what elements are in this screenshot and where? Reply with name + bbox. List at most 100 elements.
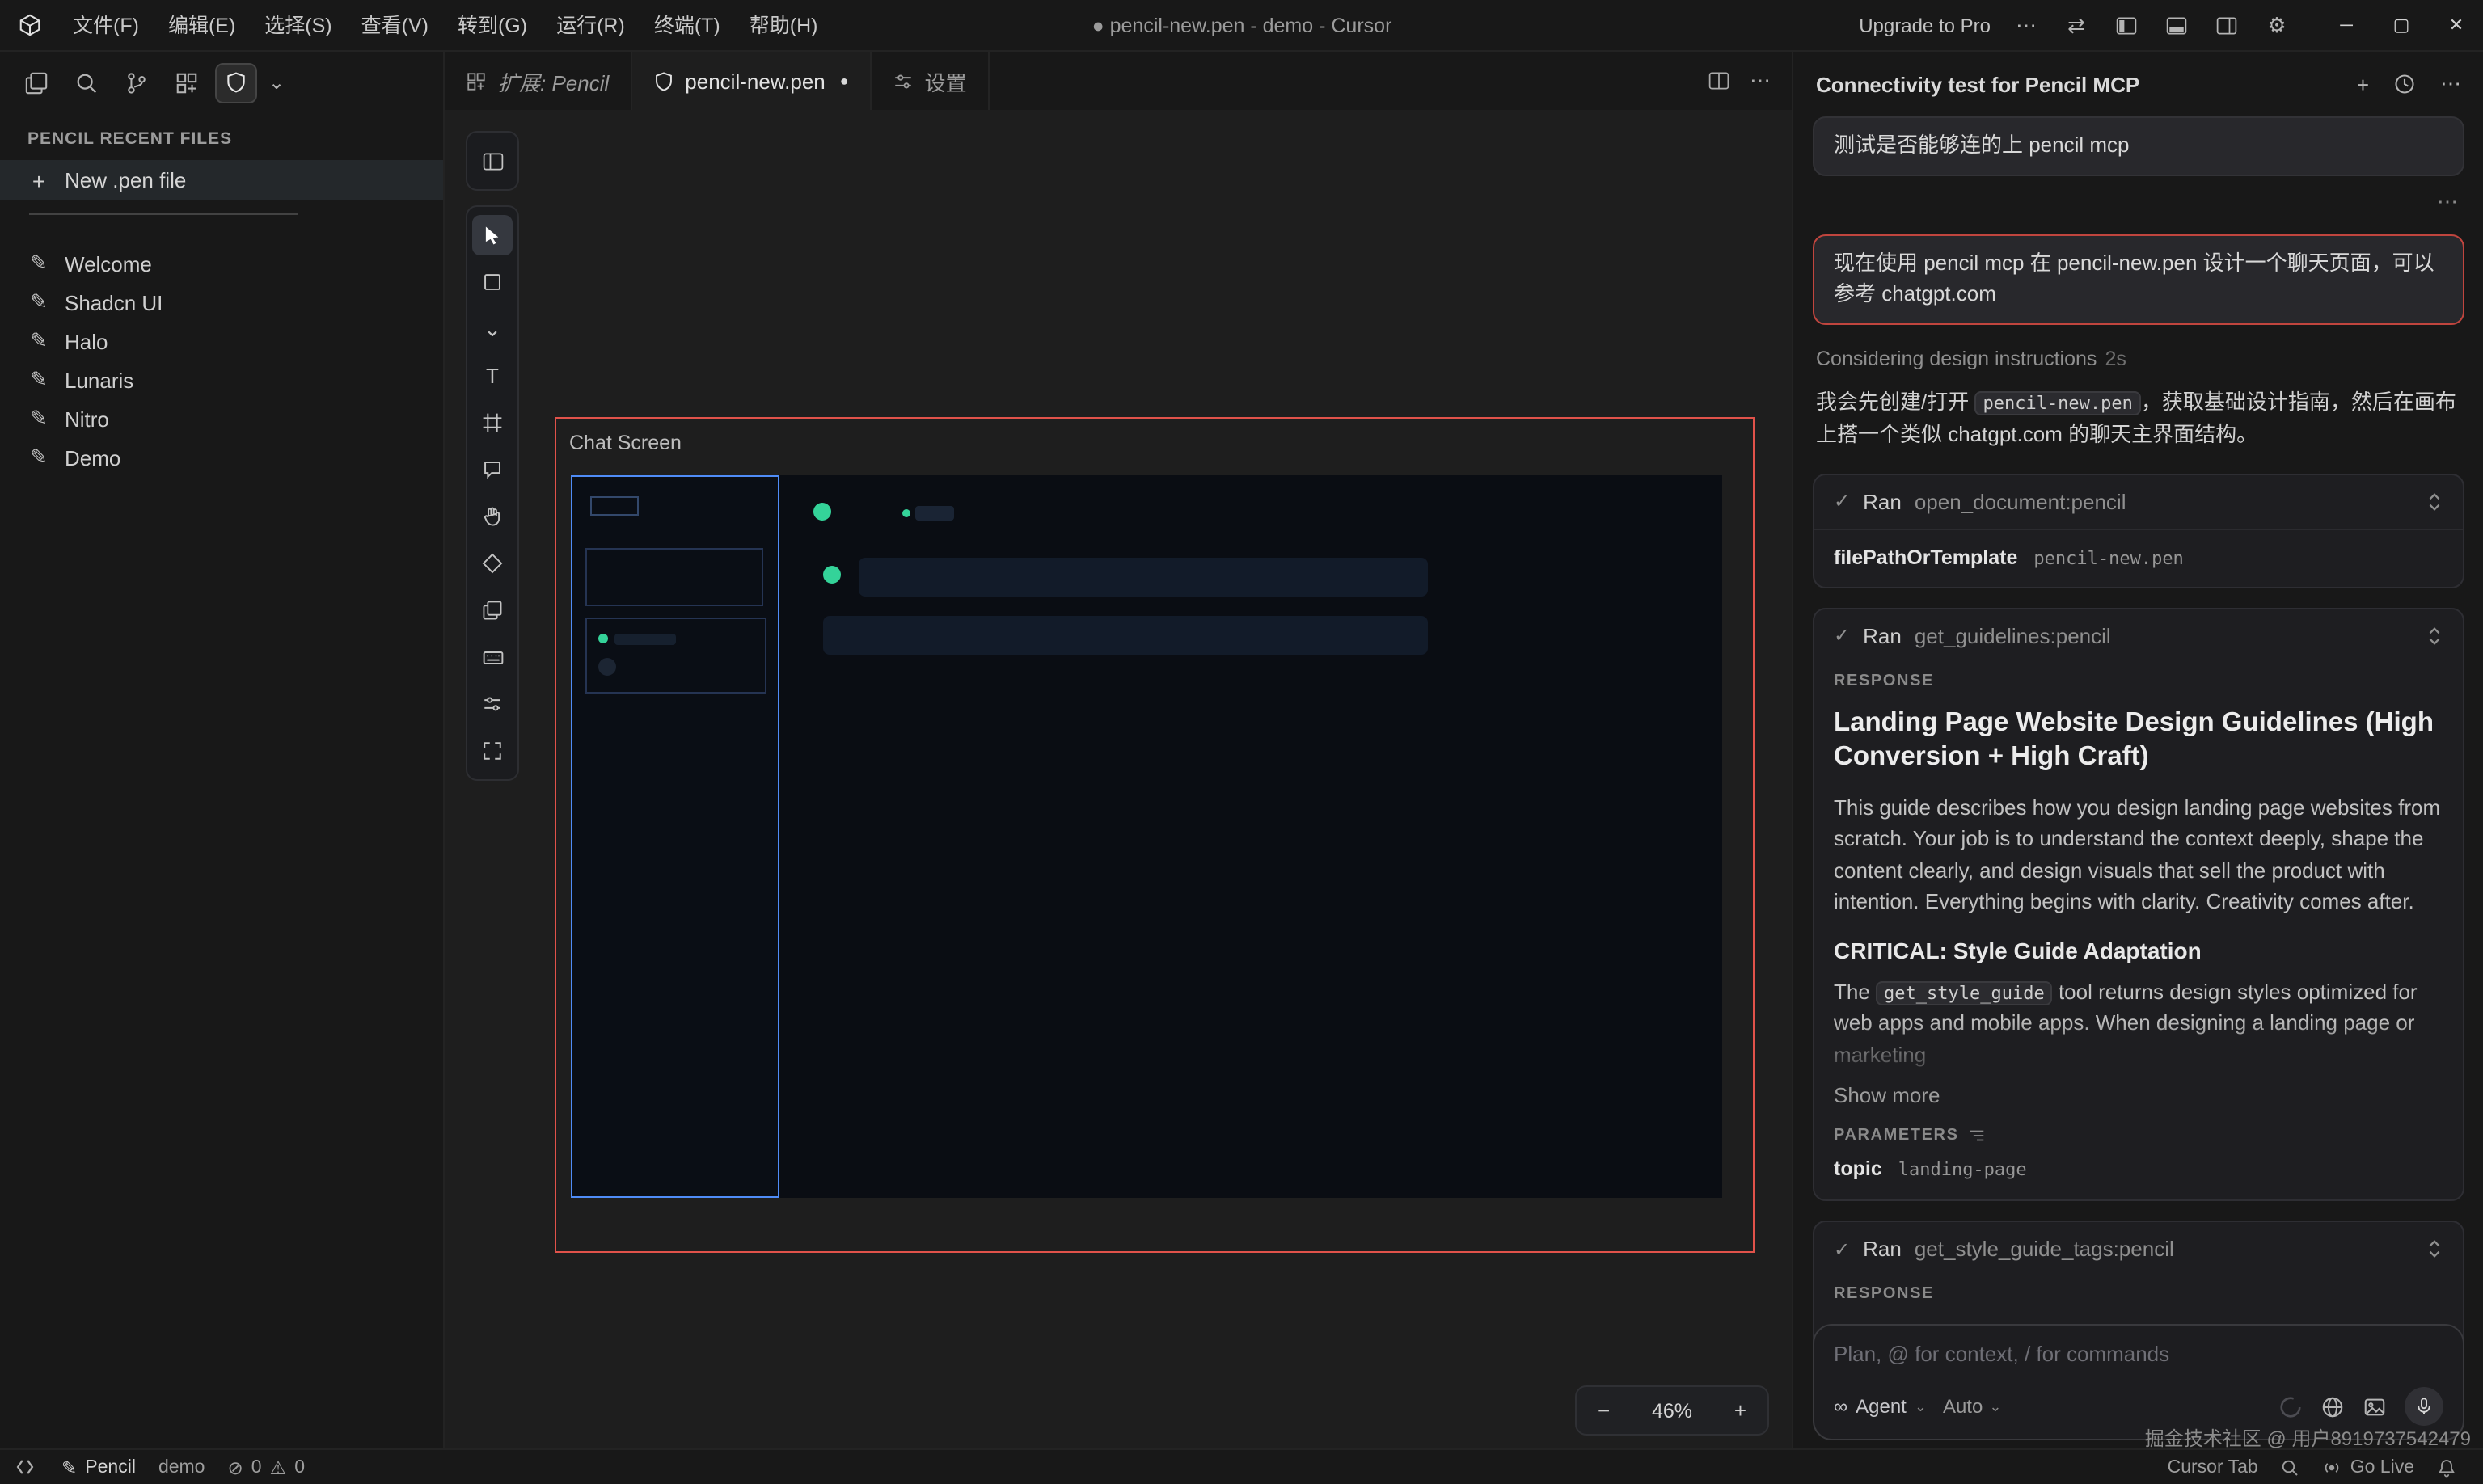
mock-logo-placeholder[interactable] — [590, 496, 639, 516]
tool-call-header[interactable]: ✓ Ran get_guidelines:pencil — [1814, 609, 2463, 663]
mock-mini-dot — [902, 509, 910, 517]
attach-image-icon[interactable] — [2363, 1394, 2387, 1419]
recent-file-lunaris[interactable]: ✎ Lunaris — [0, 360, 443, 399]
tab-pencil-extension[interactable]: 扩展: Pencil — [445, 52, 631, 110]
zoom-out-button[interactable]: − — [1598, 1398, 1610, 1423]
sync-icon[interactable]: ⇄ — [2062, 11, 2091, 40]
menu-view[interactable]: 查看(V) — [347, 0, 443, 51]
mock-message-bar[interactable] — [859, 558, 1428, 597]
remote-window-icon[interactable] — [0, 1449, 50, 1484]
source-control-icon[interactable] — [115, 62, 157, 103]
voice-input-button[interactable] — [2405, 1387, 2443, 1426]
more-actions-icon[interactable]: ⋯ — [2440, 71, 2461, 97]
explorer-icon[interactable] — [15, 62, 57, 103]
chat-screen-frame[interactable]: Chat Screen — [555, 417, 1755, 1253]
more-actions-icon[interactable]: ⋯ — [1750, 68, 1771, 94]
history-icon[interactable] — [2393, 73, 2416, 95]
tool-name: get_guidelines:pencil — [1915, 624, 2111, 648]
comment-tool-icon[interactable] — [472, 449, 513, 490]
menu-help[interactable]: 帮助(H) — [735, 0, 833, 51]
menu-edit[interactable]: 编辑(E) — [154, 0, 250, 51]
pencil-extension-icon[interactable] — [215, 62, 257, 103]
new-pen-file-button[interactable]: + New .pen file — [0, 160, 443, 200]
rectangle-tool-icon[interactable] — [472, 262, 513, 302]
pages-tool-icon[interactable] — [472, 590, 513, 630]
minimize-button[interactable]: ─ — [2319, 0, 2374, 51]
frame-tool-icon[interactable] — [472, 403, 513, 443]
split-editor-icon[interactable] — [1708, 70, 1730, 92]
zoom-in-button[interactable]: + — [1734, 1398, 1746, 1423]
recent-file-nitro[interactable]: ✎ Nitro — [0, 399, 443, 438]
recent-file-shadcn-ui[interactable]: ✎ Shadcn UI — [0, 283, 443, 322]
new-chat-icon[interactable]: + — [2357, 72, 2369, 96]
cursor-tab-toggle[interactable]: Cursor Tab — [2156, 1449, 2270, 1484]
select-tool-icon[interactable] — [472, 215, 513, 255]
recent-file-halo[interactable]: ✎ Halo — [0, 322, 443, 360]
model-selector[interactable]: Auto ⌄ — [1943, 1395, 2001, 1418]
menu-terminal[interactable]: 终端(T) — [640, 0, 735, 51]
expand-icon[interactable] — [2426, 626, 2443, 647]
statusbar-workspace[interactable]: demo — [147, 1449, 217, 1484]
tab-pencil-new-pen[interactable]: pencil-new.pen ● — [631, 52, 871, 110]
chat-scroll-area[interactable]: 测试是否能够连的上 pencil mcp ⋯ 现在使用 pencil mcp 在… — [1793, 110, 2483, 1448]
recent-file-demo[interactable]: ✎ Demo — [0, 438, 443, 477]
extensions-icon[interactable] — [165, 62, 207, 103]
close-button[interactable]: ✕ — [2429, 0, 2483, 51]
toggle-primary-sidebar-icon[interactable] — [2112, 11, 2141, 40]
response-label: RESPONSE — [1834, 1285, 2443, 1303]
mock-user-box[interactable] — [585, 618, 766, 694]
response-paragraph: The get_style_guide tool returns design … — [1834, 976, 2443, 1070]
component-tool-icon[interactable] — [472, 543, 513, 584]
text-tool-icon[interactable]: T — [472, 356, 513, 396]
notifications-bell-icon[interactable] — [2426, 1449, 2468, 1484]
recent-file-welcome[interactable]: ✎ Welcome — [0, 244, 443, 283]
modified-dot-icon: ● — [840, 73, 849, 89]
search-icon[interactable] — [2270, 1449, 2312, 1484]
mock-message-bar[interactable] — [823, 616, 1428, 655]
chat-input[interactable] — [1834, 1342, 2443, 1366]
mock-nav-box[interactable] — [585, 548, 763, 606]
settings-gear-icon[interactable]: ⚙ — [2262, 11, 2291, 40]
menu-selection[interactable]: 选择(S) — [250, 0, 346, 51]
chat-screen-artboard[interactable] — [571, 475, 1722, 1198]
agent-mode-selector[interactable]: ∞ Agent ⌄ — [1834, 1395, 1927, 1418]
tool-call-header[interactable]: ✓ Ran open_document:pencil — [1814, 475, 2463, 529]
tab-settings[interactable]: 设置 — [872, 52, 990, 110]
message-more-icon[interactable]: ⋯ — [1813, 176, 2464, 231]
hand-tool-icon[interactable] — [472, 496, 513, 537]
chevron-down-icon[interactable]: ⌄ — [268, 71, 285, 94]
search-icon[interactable] — [65, 62, 107, 103]
menu-file[interactable]: 文件(F) — [58, 0, 154, 51]
chat-input-box[interactable]: ∞ Agent ⌄ Auto ⌄ — [1813, 1324, 2464, 1440]
statusbar-pencil[interactable]: ✎ Pencil — [50, 1449, 147, 1484]
toggle-secondary-sidebar-icon[interactable] — [2212, 11, 2241, 40]
shape-dropdown-icon[interactable]: ⌄ — [472, 309, 513, 349]
design-canvas[interactable]: ⌄ T — [445, 110, 1792, 1448]
mock-chat-avatar[interactable] — [813, 503, 831, 521]
menu-run[interactable]: 运行(R) — [542, 0, 640, 51]
toggle-panel-icon[interactable] — [2162, 11, 2191, 40]
tool-call-header[interactable]: ✓ Ran get_style_guide_tags:pencil — [1814, 1222, 2463, 1275]
show-more-link[interactable]: Show more — [1834, 1083, 2443, 1107]
menu-goto[interactable]: 转到(G) — [443, 0, 542, 51]
mock-sidebar-selected[interactable] — [571, 475, 779, 1198]
thinking-label: Considering design instructions — [1816, 347, 2097, 369]
frame-label[interactable]: Chat Screen — [569, 432, 682, 454]
toggle-layers-panel-icon[interactable] — [472, 141, 513, 181]
expand-icon[interactable] — [2426, 491, 2443, 512]
maximize-button[interactable]: ▢ — [2374, 0, 2429, 51]
upgrade-to-pro-button[interactable]: Upgrade to Pro — [1859, 14, 1991, 36]
sidebar: ⌄ PENCIL RECENT FILES + New .pen file ✎ … — [0, 52, 445, 1448]
keyboard-shortcuts-icon[interactable] — [472, 637, 513, 677]
fullscreen-tool-icon[interactable] — [472, 731, 513, 771]
thinking-summary[interactable]: Considering design instructions2s — [1816, 347, 2461, 369]
pencil-label: Pencil — [85, 1457, 136, 1477]
more-actions-icon[interactable]: ⋯ — [2012, 11, 2041, 40]
properties-tool-icon[interactable] — [472, 684, 513, 724]
go-live-button[interactable]: Go Live — [2312, 1449, 2426, 1484]
expand-icon[interactable] — [2426, 1238, 2443, 1259]
mock-chat-avatar[interactable] — [823, 566, 841, 584]
web-search-icon[interactable] — [2320, 1394, 2345, 1419]
zoom-level[interactable]: 46% — [1652, 1399, 1692, 1422]
problems-indicator[interactable]: ⊘ 0 ⚠ 0 — [217, 1449, 317, 1484]
